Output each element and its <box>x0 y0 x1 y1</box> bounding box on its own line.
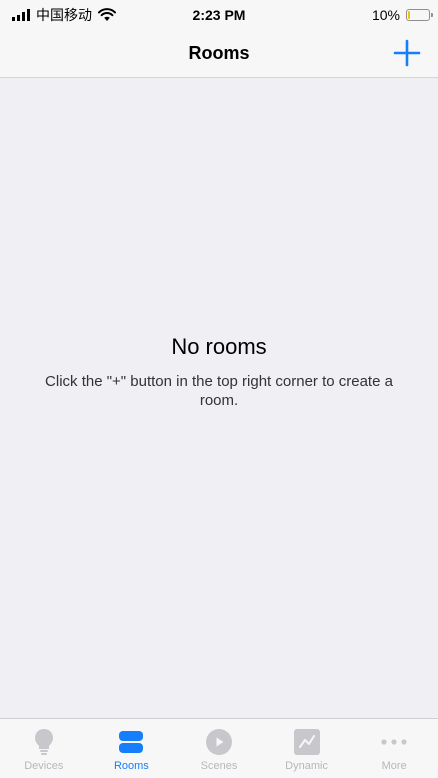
tab-scenes[interactable]: Scenes <box>175 719 263 778</box>
plus-icon <box>393 39 421 67</box>
tab-more[interactable]: More <box>350 719 438 778</box>
tab-label: Dynamic <box>285 760 328 772</box>
battery-icon <box>406 9 433 21</box>
tab-label: More <box>381 760 407 772</box>
lightbulb-icon <box>29 727 59 757</box>
empty-state-title: No rooms <box>171 334 267 359</box>
tab-devices[interactable]: Devices <box>0 719 88 778</box>
empty-state: No rooms Click the "+" button in the top… <box>0 78 438 718</box>
battery-fill <box>408 11 410 19</box>
tab-label: Scenes <box>200 760 238 772</box>
play-circle-icon <box>204 727 234 757</box>
battery-percentage: 10% <box>371 7 400 23</box>
tab-dynamic[interactable]: Dynamic <box>263 719 351 778</box>
status-bar-right: 10% <box>371 7 433 23</box>
empty-state-description: Click the "+" button in the top right co… <box>45 373 393 409</box>
rooms-screen: 中国移动 2:23 PM 10% Rooms No rooms Click th… <box>0 0 438 778</box>
page-title: Rooms <box>188 43 250 63</box>
navigation-bar: Rooms <box>0 30 438 78</box>
tab-rooms[interactable]: Rooms <box>88 719 176 778</box>
rooms-icon <box>116 727 146 757</box>
chart-icon <box>292 727 322 757</box>
tab-label: Rooms <box>113 760 149 772</box>
status-bar: 中国移动 2:23 PM 10% <box>0 0 438 30</box>
tab-bar: Devices Rooms Scenes Dynamic More <box>0 718 438 778</box>
add-room-button[interactable] <box>392 38 422 68</box>
more-dots-icon <box>379 727 409 757</box>
tab-label: Devices <box>24 760 64 772</box>
